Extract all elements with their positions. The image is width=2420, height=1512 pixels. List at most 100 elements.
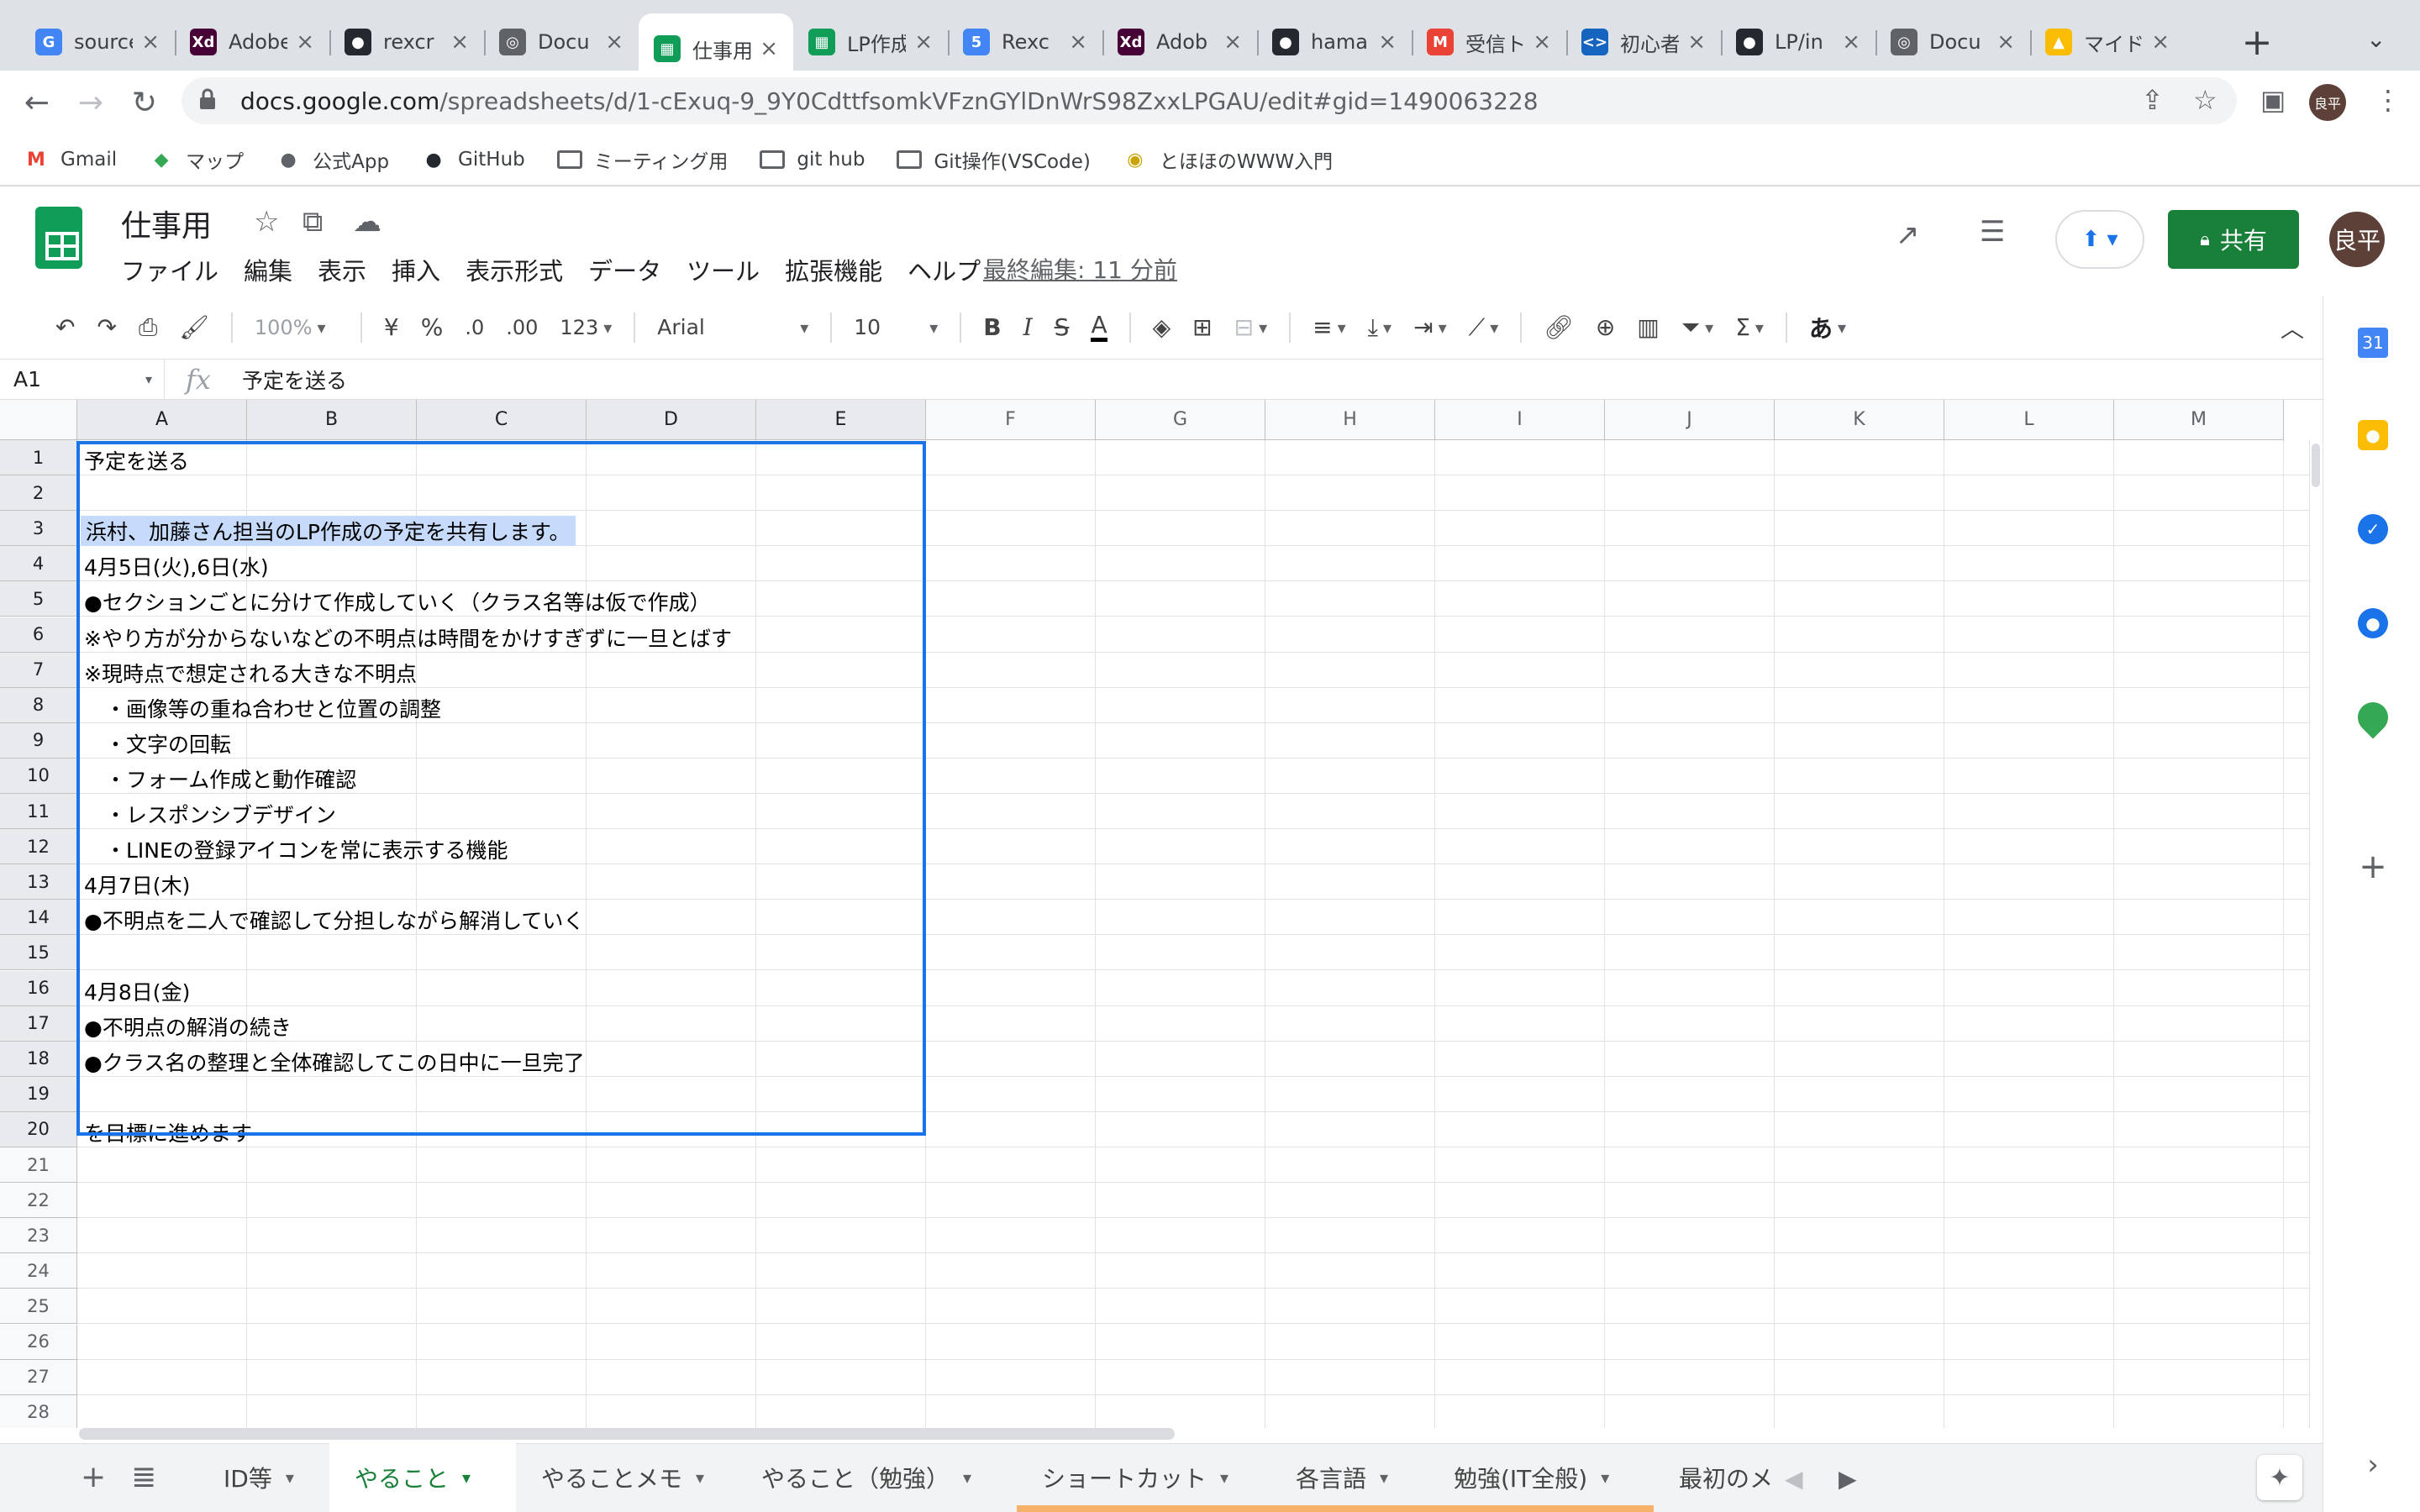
row-header[interactable]: 13 — [0, 864, 77, 900]
input-tools-button[interactable]: あ — [1809, 311, 1846, 344]
keep-icon[interactable]: ● — [2358, 420, 2388, 450]
row-header[interactable]: 7 — [0, 652, 77, 688]
close-tab-icon[interactable]: × — [450, 29, 469, 55]
collapse-toolbar-icon[interactable]: ︿ — [2281, 311, 2304, 344]
browser-tab[interactable]: ● rexcr × — [329, 13, 484, 71]
bookmark-gmail[interactable]: M Gmail — [24, 147, 117, 172]
back-icon[interactable]: ← — [17, 82, 57, 123]
close-tab-icon[interactable]: × — [1533, 29, 1551, 55]
row-header[interactable]: 19 — [0, 1076, 77, 1112]
close-tab-icon[interactable]: × — [1223, 29, 1242, 55]
column-header[interactable]: K — [1775, 400, 1944, 440]
share-button[interactable]: 🔒︎ 共有 — [2168, 210, 2299, 269]
reload-icon[interactable]: ↻ — [124, 82, 165, 123]
cloud-status-icon[interactable]: ☁ — [353, 205, 381, 239]
row-header[interactable]: 12 — [0, 829, 77, 865]
row-header[interactable]: 15 — [0, 935, 77, 971]
calendar-icon[interactable]: 31 — [2358, 328, 2388, 358]
column-header[interactable]: J — [1605, 400, 1775, 440]
menu-insert[interactable]: 挿入 — [392, 252, 440, 287]
column-header[interactable]: A — [77, 400, 247, 440]
bookmark-apple-app[interactable]: ● 公式App — [276, 145, 390, 174]
scroll-sheets-right-icon[interactable]: ▶ — [1839, 1465, 1857, 1493]
menu-edit[interactable]: 編集 — [244, 252, 292, 287]
fill-color-icon[interactable]: ◈ — [1153, 313, 1171, 341]
row-header[interactable]: 6 — [0, 617, 77, 653]
formula-input[interactable]: 予定を送る — [232, 365, 347, 395]
menu-data[interactable]: データ — [588, 252, 661, 287]
more-formats-select[interactable]: 123 — [560, 316, 612, 339]
row-header[interactable]: 27 — [0, 1359, 77, 1395]
close-tab-icon[interactable]: × — [141, 29, 160, 55]
sheet-tab[interactable]: やることメモ — [516, 1443, 736, 1512]
present-button[interactable]: ⬆ ▾ — [2055, 210, 2144, 269]
sheet-tab[interactable]: ID等 — [198, 1443, 329, 1512]
print-icon[interactable]: ⎙ — [139, 313, 157, 342]
column-header[interactable]: G — [1096, 400, 1265, 440]
text-rotation-icon[interactable]: ⟋ — [1469, 313, 1499, 342]
menu-extensions[interactable]: 拡張機能 — [785, 252, 882, 287]
sheet-tab[interactable]: 各言語 — [1270, 1443, 1428, 1512]
grid-row[interactable] — [77, 864, 2309, 900]
text-color-icon[interactable]: A — [1091, 312, 1107, 342]
menu-tools[interactable]: ツール — [687, 252, 760, 287]
close-tab-icon[interactable]: × — [1842, 29, 1860, 55]
grid-row[interactable] — [77, 971, 2309, 1006]
grid-row[interactable] — [77, 1253, 2309, 1289]
browser-tab[interactable]: M 受信トレイ × — [1412, 13, 1566, 71]
grid-row[interactable] — [77, 475, 2309, 512]
all-sheets-icon[interactable]: ≣ — [131, 1460, 156, 1494]
borders-icon[interactable]: ⊞ — [1192, 313, 1212, 341]
browser-tab[interactable]: Xd Adobe × — [175, 13, 329, 71]
grid-row[interactable] — [77, 1183, 2309, 1219]
row-header[interactable]: 17 — [0, 1005, 77, 1042]
bookmark-star-icon[interactable]: ☆ — [2193, 84, 2217, 116]
browser-tab[interactable]: ▦ LP作成 × — [793, 13, 948, 71]
close-tab-icon[interactable]: × — [296, 29, 314, 55]
currency-format-button[interactable]: ¥ — [384, 313, 399, 341]
comments-icon[interactable]: ☰ — [1980, 215, 2005, 249]
menu-view[interactable]: 表示 — [318, 252, 366, 287]
horizontal-scroll-thumb[interactable] — [79, 1428, 1175, 1440]
tasks-icon[interactable]: ✓ — [2358, 514, 2388, 544]
close-tab-icon[interactable]: × — [914, 29, 933, 55]
star-icon[interactable]: ☆ — [254, 205, 279, 239]
row-header[interactable]: 16 — [0, 970, 77, 1006]
bookmark-maps[interactable]: ◆ マップ — [149, 145, 244, 174]
filter-icon[interactable]: ⏷ — [1681, 313, 1713, 342]
side-panel-icon[interactable]: ▣ — [2260, 84, 2286, 116]
row-header[interactable]: 14 — [0, 900, 77, 936]
paint-format-icon[interactable]: 🖌︎ — [179, 313, 209, 341]
menu-file[interactable]: ファイル — [121, 252, 218, 287]
close-tab-icon[interactable]: × — [2151, 29, 2170, 55]
grid-row[interactable] — [77, 723, 2309, 759]
close-tab-icon[interactable]: × — [1378, 29, 1397, 55]
row-header[interactable]: 24 — [0, 1253, 77, 1289]
column-header[interactable]: H — [1265, 400, 1435, 440]
font-size-select[interactable]: 10 — [854, 315, 938, 339]
select-all-corner[interactable] — [0, 400, 77, 440]
insert-link-icon[interactable]: 🔗︎ — [1544, 313, 1574, 341]
sheet-tab[interactable]: 勉強(IT全般) — [1428, 1443, 1654, 1512]
hide-side-panel-icon[interactable]: › — [2358, 1448, 2388, 1482]
vertical-align-icon[interactable]: ⤓ — [1368, 313, 1392, 342]
row-header[interactable]: 26 — [0, 1324, 77, 1360]
merge-cells-icon[interactable]: ⊟ — [1234, 313, 1268, 341]
activity-trend-icon[interactable]: ↗ — [1896, 218, 1920, 252]
row-header[interactable]: 1 — [0, 440, 77, 476]
tab-search-icon[interactable]: ⌄ — [2366, 25, 2386, 53]
row-header[interactable]: 20 — [0, 1111, 77, 1147]
undo-icon[interactable]: ↶ — [55, 313, 75, 341]
column-header[interactable]: E — [756, 400, 926, 440]
add-addon-icon[interactable]: + — [2358, 848, 2388, 886]
close-tab-icon[interactable]: × — [760, 36, 778, 61]
add-sheet-button[interactable]: + — [81, 1460, 106, 1494]
browser-tab[interactable]: 5 Rexc × — [948, 13, 1102, 71]
column-header[interactable]: F — [926, 400, 1096, 440]
grid-row[interactable] — [77, 1147, 2309, 1184]
redo-icon[interactable]: ↷ — [97, 313, 116, 341]
bookmark-folder-meeting[interactable]: ミーティング用 — [556, 145, 728, 174]
menu-help[interactable]: ヘルプ — [908, 252, 981, 287]
horizontal-align-icon[interactable]: ≡ — [1313, 313, 1346, 341]
grid-row[interactable] — [77, 1360, 2309, 1395]
